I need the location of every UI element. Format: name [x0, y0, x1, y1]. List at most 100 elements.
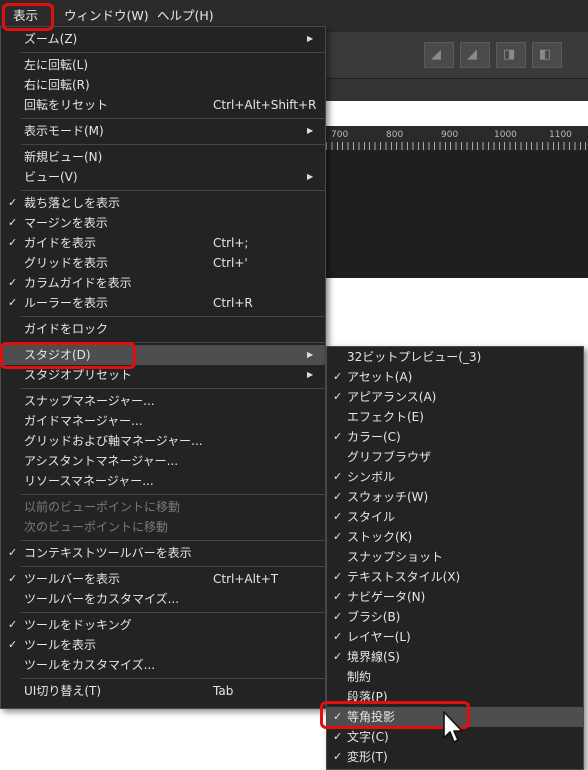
menu-item-shortcut: Ctrl+Alt+Shift+R: [213, 98, 317, 112]
menu-item-label: 右に回転(R): [24, 78, 90, 92]
checkmark-icon: ✓: [8, 618, 18, 631]
studio-menu-item-12[interactable]: ✓ ナビゲータ(N): [327, 587, 583, 607]
ruler-tick-label: 700: [331, 130, 349, 140]
view-menu-item-11[interactable]: ✓ 裁ち落としを表示: [1, 193, 325, 213]
menu-item-label: 境界線(S): [347, 650, 400, 664]
view-menu-item-14[interactable]: グリッドを表示 Ctrl+': [1, 253, 325, 273]
menu-item-label: リソースマネージャー...: [24, 474, 154, 488]
view-menu-item-18[interactable]: ガイドをロック: [1, 319, 325, 339]
ruler-tick-label: 1000: [494, 130, 517, 140]
studio-menu-item-1[interactable]: ✓ アセット(A): [327, 367, 583, 387]
studio-menu-item-9[interactable]: ✓ ストック(K): [327, 527, 583, 547]
view-menu-item-4[interactable]: 回転をリセット Ctrl+Alt+Shift+R: [1, 95, 325, 115]
view-menu-item-38[interactable]: ✓ ツールを表示: [1, 635, 325, 655]
studio-menu-item-0[interactable]: 32ビットプレビュー(_3): [327, 347, 583, 367]
view-menu-item-15[interactable]: ✓ カラムガイドを表示: [1, 273, 325, 293]
view-menu-item-2[interactable]: 左に回転(L): [1, 55, 325, 75]
view-menu-item-12[interactable]: ✓ マージンを表示: [1, 213, 325, 233]
checkmark-icon: ✓: [333, 570, 343, 583]
studio-menu-item-8[interactable]: ✓ スタイル: [327, 507, 583, 527]
checkmark-icon: ✓: [333, 490, 343, 503]
checkmark-icon: ✓: [8, 196, 18, 209]
view-menu-item-39[interactable]: ツールをカスタマイズ...: [1, 655, 325, 675]
ruler-tick-label: 800: [386, 130, 404, 140]
studio-menu-item-6[interactable]: ✓ シンボル: [327, 467, 583, 487]
view-menu-item-6[interactable]: 表示モード(M) ▶: [1, 121, 325, 141]
menu-item-label: スタイル: [347, 510, 396, 524]
view-menu-item-13[interactable]: ✓ ガイドを表示 Ctrl+;: [1, 233, 325, 253]
menu-item-label: アセット(A): [347, 370, 413, 384]
view-menu-item-32[interactable]: ✓ コンテキストツールバーを表示: [1, 543, 325, 563]
studio-menu-item-3[interactable]: エフェクト(E): [327, 407, 583, 427]
studio-menu-item-20[interactable]: ✓ 変形(T): [327, 747, 583, 767]
checkmark-icon: ✓: [8, 638, 18, 651]
menu-item-label: ツールバーを表示: [24, 572, 121, 586]
menu-separator: [21, 566, 325, 567]
studio-menu-item-10[interactable]: スナップショット: [327, 547, 583, 567]
menu-item-label: アシスタントマネージャー...: [24, 454, 179, 468]
menu-separator: [21, 118, 325, 119]
menu-item-label: マージンを表示: [24, 216, 108, 230]
menu-item-label: 次のビューポイントに移動: [24, 520, 169, 534]
view-menu-item-16[interactable]: ✓ ルーラーを表示 Ctrl+R: [1, 293, 325, 313]
menu-item-label: ナビゲータ(N): [347, 590, 426, 604]
ruler-tick-label: 1100: [549, 130, 572, 140]
menu-separator: [21, 494, 325, 495]
menu-separator: [21, 316, 325, 317]
studio-menu-item-2[interactable]: ✓ アピアランス(A): [327, 387, 583, 407]
menu-item-label: ストック(K): [347, 530, 413, 544]
menu-separator: [21, 612, 325, 613]
menu-item-label: グリッドおよび軸マネージャー...: [24, 434, 203, 448]
view-menu-item-8[interactable]: 新規ビュー(N): [1, 147, 325, 167]
menu-item-label: グリッドを表示: [24, 256, 109, 270]
menu-separator: [21, 388, 325, 389]
view-menu-item-25[interactable]: グリッドおよび軸マネージャー...: [1, 431, 325, 451]
view-menu-item-41[interactable]: UI切り替え(T) Tab: [1, 681, 325, 701]
studio-menu-item-14[interactable]: ✓ レイヤー(L): [327, 627, 583, 647]
menu-item-label: 左に回転(L): [24, 58, 89, 72]
view-menu-item-0[interactable]: ズーム(Z) ▶: [1, 29, 325, 49]
align-left-icon[interactable]: ◢: [424, 42, 454, 68]
studio-menu-item-4[interactable]: ✓ カラー(C): [327, 427, 583, 447]
align-right-icon[interactable]: ◢: [460, 42, 490, 68]
studio-menu-item-7[interactable]: ✓ スウォッチ(W): [327, 487, 583, 507]
menu-item-label: ルーラーを表示: [24, 296, 109, 310]
view-menu-item-24[interactable]: ガイドマネージャー...: [1, 411, 325, 431]
view-menu-item-37[interactable]: ✓ ツールをドッキング: [1, 615, 325, 635]
flip-horizontal-icon[interactable]: ◨: [496, 42, 526, 68]
view-menu-item-29: 以前のビューポイントに移動: [1, 497, 325, 517]
ruler-ticks: [326, 142, 588, 150]
studio-menu-item-13[interactable]: ✓ ブラシ(B): [327, 607, 583, 627]
checkmark-icon: ✓: [333, 750, 343, 763]
checkmark-icon: ✓: [333, 730, 343, 743]
view-menu-item-3[interactable]: 右に回転(R): [1, 75, 325, 95]
checkmark-icon: ✓: [333, 390, 343, 403]
studio-menu-item-5[interactable]: グリフブラウザ: [327, 447, 583, 467]
checkmark-icon: ✓: [8, 276, 18, 289]
checkmark-icon: ✓: [8, 236, 18, 249]
menu-item-label: ブラシ(B): [347, 610, 401, 624]
view-menu-item-23[interactable]: スナップマネージャー...: [1, 391, 325, 411]
checkmark-icon: ✓: [333, 530, 343, 543]
studio-menu-item-15[interactable]: ✓ 境界線(S): [327, 647, 583, 667]
menu-item-label: コンテキストツールバーを表示: [24, 546, 192, 560]
annotation-box-studio: [0, 342, 136, 369]
studio-menu-item-16[interactable]: 制約: [327, 667, 583, 687]
checkmark-icon: ✓: [333, 650, 343, 663]
view-menu-item-34[interactable]: ✓ ツールバーを表示 Ctrl+Alt+T: [1, 569, 325, 589]
menu-separator: [21, 52, 325, 53]
menu-item-label: スナップショット: [347, 550, 444, 564]
flip-vertical-icon[interactable]: ◧: [532, 42, 562, 68]
studio-menu-item-11[interactable]: ✓ テキストスタイル(X): [327, 567, 583, 587]
menu-item-label: 変形(T): [347, 750, 388, 764]
menu-item-label: 裁ち落としを表示: [24, 196, 121, 210]
view-menu-item-35[interactable]: ツールバーをカスタマイズ...: [1, 589, 325, 609]
menu-item-shortcut: Tab: [213, 684, 234, 698]
view-menu-item-27[interactable]: リソースマネージャー...: [1, 471, 325, 491]
view-menu-item-26[interactable]: アシスタントマネージャー...: [1, 451, 325, 471]
checkmark-icon: ✓: [333, 370, 343, 383]
view-menu-item-9[interactable]: ビュー(V) ▶: [1, 167, 325, 187]
menu-item-label: エフェクト(E): [347, 410, 424, 424]
menu-item-label: 新規ビュー(N): [24, 150, 103, 164]
submenu-arrow-icon: ▶: [307, 370, 314, 379]
